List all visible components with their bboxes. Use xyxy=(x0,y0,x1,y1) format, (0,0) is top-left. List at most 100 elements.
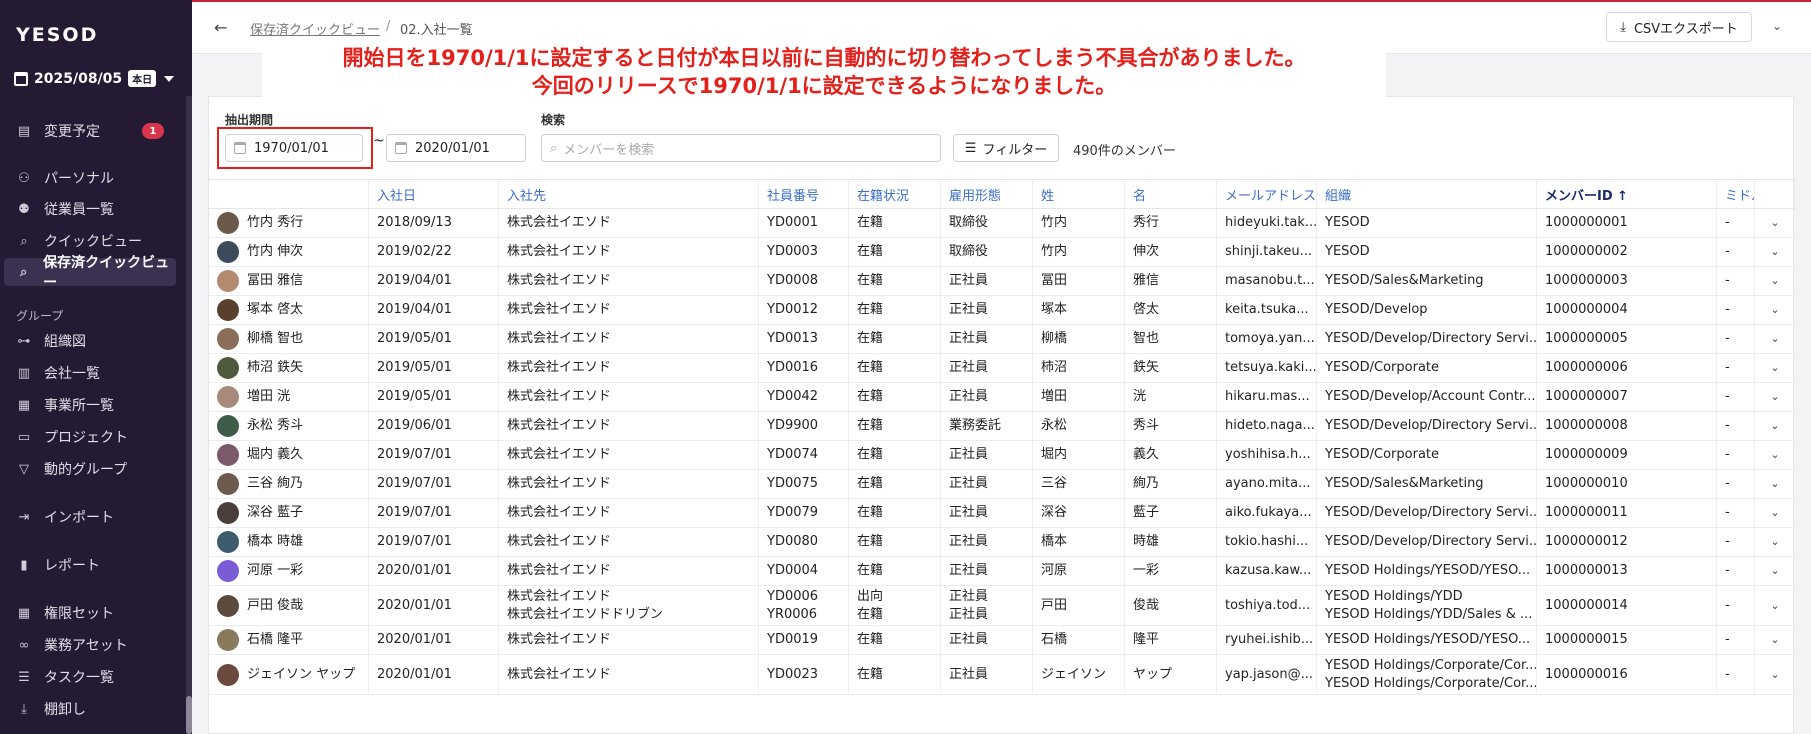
row-expand-chevron-icon[interactable]: ⌄ xyxy=(1755,412,1795,440)
sidebar-item[interactable]: ⤓ 棚卸し xyxy=(4,695,176,723)
member-search-input[interactable]: ⌕ メンバーを検索 xyxy=(541,134,941,162)
filter-button[interactable]: ☰ フィルター xyxy=(953,134,1059,162)
breadcrumb-parent[interactable]: 保存済クイックビュー xyxy=(250,19,380,38)
member-name-cell[interactable]: 堀内 義久 xyxy=(209,441,369,469)
cell-id: 1000000007 xyxy=(1537,383,1717,411)
cell-date: 2019/06/01 xyxy=(369,412,499,440)
column-header[interactable] xyxy=(209,180,369,208)
table-row[interactable]: 河原 一彩 2020/01/01 株式会社イエソド YD0004 在籍 正社員 河原 一彩 ka… xyxy=(209,557,1795,586)
table-row[interactable]: 永松 秀斗 2019/06/01 株式会社イエソド YD9900 在籍 業務委託 永松 秀斗 h… xyxy=(209,412,1795,441)
period-label: 抽出期間 xyxy=(225,113,274,127)
column-header[interactable]: 在籍状況 xyxy=(849,180,941,208)
row-expand-chevron-icon[interactable]: ⌄ xyxy=(1755,354,1795,382)
member-name-cell[interactable]: 柿沼 鉄矢 xyxy=(209,354,369,382)
column-header[interactable]: 入社先 xyxy=(499,180,759,208)
table-row[interactable]: 深谷 藍子 2019/07/01 株式会社イエソド YD0079 在籍 正社員 深谷 藍子 ai… xyxy=(209,499,1795,528)
sidebar: YESOD 2025/08/05 本日 ▤ 変更予定 1 ⚇ パーソナル ⚉ 従業員一覧 ⌕ ク… xyxy=(0,0,192,734)
sidebar-item[interactable]: ▦ 権限セット xyxy=(4,599,176,627)
row-expand-chevron-icon[interactable]: ⌄ xyxy=(1755,528,1795,556)
cell-emp: YD0042 xyxy=(759,383,849,411)
member-name-cell[interactable]: 三谷 絢乃 xyxy=(209,470,369,498)
column-header[interactable]: メンバーID ↑ xyxy=(1537,180,1717,208)
sidebar-item[interactable]: ⌕ 保存済クイックビュー xyxy=(4,255,176,291)
column-header[interactable]: 名 xyxy=(1125,180,1217,208)
sidebar-item[interactable]: ⇥ インポート xyxy=(4,503,176,531)
member-name-cell[interactable]: 深谷 藍子 xyxy=(209,499,369,527)
sidebar-item[interactable]: ▤ 変更予定 1 xyxy=(4,117,176,145)
row-expand-chevron-icon[interactable]: ⌄ xyxy=(1755,238,1795,266)
sidebar-item[interactable]: ▥ 会社一覧 xyxy=(4,359,176,387)
row-expand-chevron-icon[interactable]: ⌄ xyxy=(1755,209,1795,237)
cell-org: YESOD Holdings/Corporate/Cor... YESOD Hol… xyxy=(1317,655,1537,694)
chevron-down-icon[interactable]: ⌄ xyxy=(1772,19,1782,33)
member-name-cell[interactable]: 永松 秀斗 xyxy=(209,412,369,440)
member-name-cell[interactable]: 石橋 隆平 xyxy=(209,626,369,654)
sidebar-item[interactable]: ⊶ 組織図 xyxy=(4,327,176,355)
end-date-input[interactable]: 2020/01/01 xyxy=(386,134,526,162)
sidebar-item[interactable]: ▦ 事業所一覧 xyxy=(4,391,176,419)
row-expand-chevron-icon[interactable]: ⌄ xyxy=(1755,383,1795,411)
sidebar-item[interactable]: ▮ レポート xyxy=(4,551,176,579)
sidebar-item[interactable]: ⚇ パーソナル xyxy=(4,164,176,192)
row-expand-chevron-icon[interactable]: ⌄ xyxy=(1755,626,1795,654)
column-header[interactable]: 組織 xyxy=(1317,180,1537,208)
cell-org-line: YESOD/Develop xyxy=(1325,302,1428,317)
table-row[interactable]: 増田 洸 2019/05/01 株式会社イエソド YD0042 在籍 正社員 増田洸 hika… xyxy=(209,383,1795,412)
sidebar-item[interactable]: ▭ プロジェクト xyxy=(4,423,176,451)
table-row[interactable]: 堀内 義久 2019/07/01 株式会社イエソド YD0074 在籍 正社員 堀内 義久 yo… xyxy=(209,441,1795,470)
member-name-cell[interactable]: 橋本 時雄 xyxy=(209,528,369,556)
column-header[interactable]: 社員番号 xyxy=(759,180,849,208)
row-expand-chevron-icon[interactable]: ⌄ xyxy=(1755,441,1795,469)
cell-id: 1000000010 xyxy=(1537,470,1717,498)
column-header[interactable]: メールアドレス xyxy=(1217,180,1317,208)
sidebar-scrollbar[interactable] xyxy=(186,96,192,734)
column-header[interactable]: 入社日 xyxy=(369,180,499,208)
member-name-cell[interactable]: ジェイソン ヤップ xyxy=(209,655,369,694)
member-name-cell[interactable]: 戸田 俊哉 xyxy=(209,586,369,625)
member-name-cell[interactable]: 竹内 秀行 xyxy=(209,209,369,237)
table-row[interactable]: 冨田 雅信 2019/04/01 株式会社イエソド YD0008 在籍 正社員 冨田 雅信 ma… xyxy=(209,267,1795,296)
sidebar-item[interactable]: ∞ 業務アセット xyxy=(4,631,176,659)
row-expand-chevron-icon[interactable]: ⌄ xyxy=(1755,470,1795,498)
csv-export-button[interactable]: ⤓ CSVエクスポート xyxy=(1606,12,1752,42)
cell-mid: - xyxy=(1717,354,1755,382)
back-arrow-icon[interactable]: ← xyxy=(214,18,227,37)
sidebar-item[interactable]: ⌕ クイックビュー xyxy=(4,227,176,255)
member-name-cell[interactable]: 河原 一彩 xyxy=(209,557,369,585)
member-name-cell[interactable]: 竹内 伸次 xyxy=(209,238,369,266)
table-row[interactable]: 戸田 俊哉 2020/01/01 株式会社イエソド 株式会社イエソドドリブン YD000… xyxy=(209,586,1795,626)
sidebar-item-label: レポート xyxy=(44,558,100,574)
table-row[interactable]: 石橋 隆平 2020/01/01 株式会社イエソド YD0019 在籍 正社員 石橋 隆平 ry… xyxy=(209,626,1795,655)
table-row[interactable]: 橋本 時雄 2019/07/01 株式会社イエソド YD0080 在籍 正社員 橋本 時雄 to… xyxy=(209,528,1795,557)
row-expand-chevron-icon[interactable]: ⌄ xyxy=(1755,499,1795,527)
row-expand-chevron-icon[interactable]: ⌄ xyxy=(1755,296,1795,324)
column-header[interactable]: ミドル xyxy=(1717,180,1755,208)
sidebar-item[interactable]: ⚉ 従業員一覧 xyxy=(4,195,176,223)
table-row[interactable]: 塚本 啓太 2019/04/01 株式会社イエソド YD0012 在籍 正社員 塚本 啓太 ke… xyxy=(209,296,1795,325)
row-expand-chevron-icon[interactable]: ⌄ xyxy=(1755,586,1795,625)
row-expand-chevron-icon[interactable]: ⌄ xyxy=(1755,655,1795,694)
sidebar-scroll-thumb[interactable] xyxy=(186,696,192,734)
member-name-cell[interactable]: 柳橋 智也 xyxy=(209,325,369,353)
date-selector[interactable]: 2025/08/05 本日 xyxy=(14,70,175,87)
table-row[interactable]: 竹内 伸次 2019/02/22 株式会社イエソド YD0003 在籍 取締役 竹内 伸次 sh… xyxy=(209,238,1795,267)
table-row[interactable]: ジェイソン ヤップ 2020/01/01 株式会社イエソド YD0023 在籍 正社員 ジェ… xyxy=(209,655,1795,695)
cell-email: aiko.fukaya... xyxy=(1217,499,1317,527)
member-name: 増田 洸 xyxy=(247,389,291,404)
table-row[interactable]: 柿沼 鉄矢 2019/05/01 株式会社イエソド YD0016 在籍 正社員 柿沼 鉄矢 te… xyxy=(209,354,1795,383)
column-header[interactable]: 雇用形態 xyxy=(941,180,1033,208)
cell-company: 株式会社イエソド xyxy=(499,528,759,556)
yesod-logo[interactable]: YESOD xyxy=(16,24,98,46)
sidebar-item[interactable]: ▽ 動的グループ xyxy=(4,455,176,483)
row-expand-chevron-icon[interactable]: ⌄ xyxy=(1755,267,1795,295)
row-expand-chevron-icon[interactable]: ⌄ xyxy=(1755,557,1795,585)
sidebar-item[interactable]: ☰ タスク一覧 xyxy=(4,663,176,691)
member-name-cell[interactable]: 増田 洸 xyxy=(209,383,369,411)
member-name-cell[interactable]: 塚本 啓太 xyxy=(209,296,369,324)
column-header[interactable]: 姓 xyxy=(1033,180,1125,208)
table-row[interactable]: 三谷 絢乃 2019/07/01 株式会社イエソド YD0075 在籍 正社員 三谷 絢乃 ay… xyxy=(209,470,1795,499)
row-expand-chevron-icon[interactable]: ⌄ xyxy=(1755,325,1795,353)
table-row[interactable]: 竹内 秀行 2018/09/13 株式会社イエソド YD0001 在籍 取締役 竹内 秀行 hi… xyxy=(209,209,1795,238)
member-name-cell[interactable]: 冨田 雅信 xyxy=(209,267,369,295)
table-row[interactable]: 柳橋 智也 2019/05/01 株式会社イエソド YD0013 在籍 正社員 柳橋 智也 to… xyxy=(209,325,1795,354)
